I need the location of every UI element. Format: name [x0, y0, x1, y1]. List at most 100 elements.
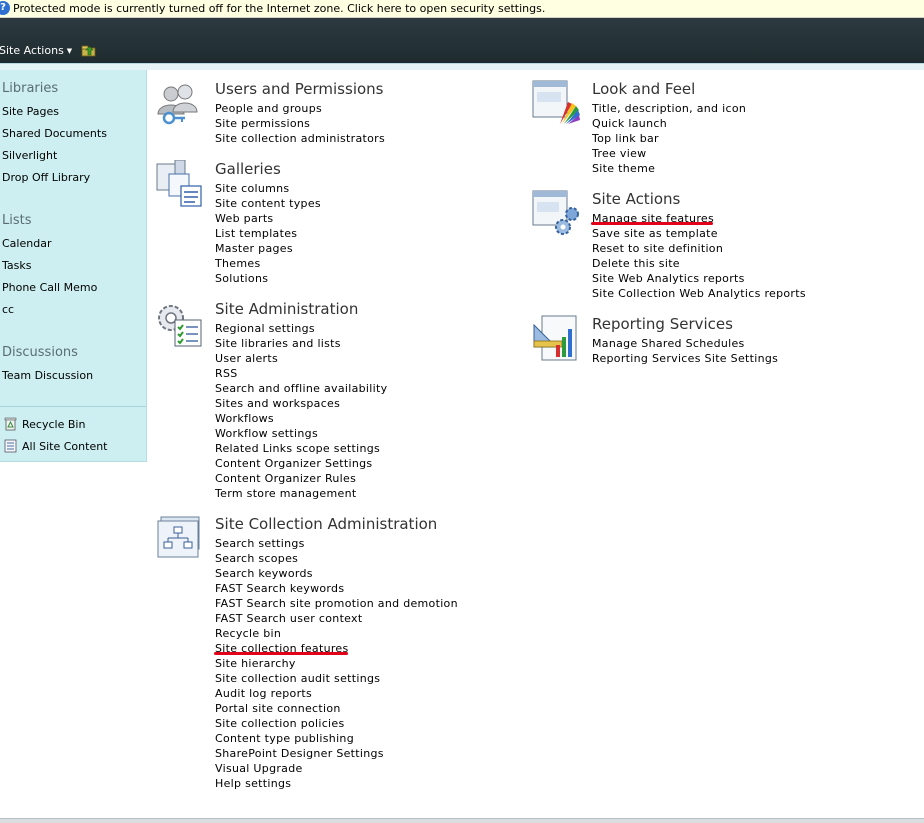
- link-related-links-scope-settings[interactable]: Related Links scope settings: [215, 441, 387, 456]
- ql-item-silverlight[interactable]: Silverlight: [2, 149, 57, 162]
- top-divider: [0, 63, 924, 70]
- link-site-permissions[interactable]: Site permissions: [215, 116, 385, 131]
- ql-libraries-heading[interactable]: Libraries: [2, 81, 58, 96]
- chevron-down-icon: ▼: [66, 47, 73, 55]
- site-actions-icon: [532, 190, 579, 235]
- link-rss[interactable]: RSS: [215, 366, 387, 381]
- recycle-bin-icon: [4, 417, 17, 431]
- link-term-store-management[interactable]: Term store management: [215, 486, 387, 501]
- link-search-scopes[interactable]: Search scopes: [215, 551, 458, 566]
- link-site-content-types[interactable]: Site content types: [215, 196, 321, 211]
- link-top-link-bar[interactable]: Top link bar: [592, 131, 746, 146]
- link-site-collection-web-analytics-reports[interactable]: Site Collection Web Analytics reports: [592, 286, 806, 301]
- link-content-type-publishing[interactable]: Content type publishing: [215, 731, 458, 746]
- reporting-services-title: Reporting Services: [592, 315, 733, 333]
- link-sharepoint-designer-settings[interactable]: SharePoint Designer Settings: [215, 746, 458, 761]
- link-portal-site-connection[interactable]: Portal site connection: [215, 701, 458, 716]
- link-site-theme[interactable]: Site theme: [592, 161, 746, 176]
- link-site-collection-policies[interactable]: Site collection policies: [215, 716, 458, 731]
- ql-item-drop-off-library[interactable]: Drop Off Library: [2, 171, 90, 184]
- link-fast-search-promotion-demotion[interactable]: FAST Search site promotion and demotion: [215, 596, 458, 611]
- protected-mode-infobar[interactable]: ? Protected mode is currently turned off…: [0, 0, 924, 18]
- site-administration-icon: [158, 305, 202, 347]
- ql-recycle-bin[interactable]: Recycle Bin: [4, 417, 85, 431]
- link-site-libraries-and-lists[interactable]: Site libraries and lists: [215, 336, 387, 351]
- recycle-bin-label: Recycle Bin: [22, 418, 86, 431]
- ribbon-top-bar: Site Actions ▼: [0, 18, 924, 63]
- ql-item-site-pages[interactable]: Site Pages: [2, 105, 59, 118]
- link-search-offline-availability[interactable]: Search and offline availability: [215, 381, 387, 396]
- link-web-parts[interactable]: Web parts: [215, 211, 321, 226]
- link-quick-launch[interactable]: Quick launch: [592, 116, 746, 131]
- link-tree-view[interactable]: Tree view: [592, 146, 746, 161]
- link-recycle-bin[interactable]: Recycle bin: [215, 626, 458, 641]
- link-fast-search-keywords[interactable]: FAST Search keywords: [215, 581, 458, 596]
- ql-all-site-content[interactable]: All Site Content: [4, 439, 108, 453]
- link-site-collection-administrators[interactable]: Site collection administrators: [215, 131, 385, 146]
- link-site-web-analytics-reports[interactable]: Site Web Analytics reports: [592, 271, 806, 286]
- link-site-columns[interactable]: Site columns: [215, 181, 321, 196]
- site-collection-administration-title: Site Collection Administration: [215, 515, 438, 533]
- link-visual-upgrade[interactable]: Visual Upgrade: [215, 761, 458, 776]
- link-audit-log-reports[interactable]: Audit log reports: [215, 686, 458, 701]
- link-themes[interactable]: Themes: [215, 256, 321, 271]
- look-and-feel-icon: [532, 80, 580, 124]
- link-fast-search-user-context[interactable]: FAST Search user context: [215, 611, 458, 626]
- reporting-services-links: Manage Shared Schedules Reporting Servic…: [592, 336, 778, 366]
- link-solutions[interactable]: Solutions: [215, 271, 321, 286]
- galleries-links: Site columns Site content types Web part…: [215, 181, 321, 286]
- ql-item-cc[interactable]: cc: [2, 303, 14, 316]
- users-permissions-links: People and groups Site permissions Site …: [215, 101, 385, 146]
- navigate-up-icon[interactable]: [81, 44, 96, 57]
- site-administration-title: Site Administration: [215, 300, 359, 318]
- link-manage-shared-schedules[interactable]: Manage Shared Schedules: [592, 336, 778, 351]
- reporting-services-icon: [533, 315, 577, 361]
- bottom-status-edge: [0, 818, 924, 823]
- link-list-templates[interactable]: List templates: [215, 226, 321, 241]
- shield-info-icon: ?: [0, 1, 10, 15]
- all-site-content-label: All Site Content: [22, 440, 108, 453]
- quick-launch: Libraries Site Pages Shared Documents Si…: [0, 70, 147, 462]
- look-and-feel-title: Look and Feel: [592, 80, 696, 98]
- link-help-settings[interactable]: Help settings: [215, 776, 458, 791]
- galleries-icon: [156, 160, 202, 207]
- link-content-organizer-settings[interactable]: Content Organizer Settings: [215, 456, 387, 471]
- ql-discussions-heading[interactable]: Discussions: [2, 345, 78, 360]
- site-administration-links: Regional settings Site libraries and lis…: [215, 321, 387, 501]
- ql-item-team-discussion[interactable]: Team Discussion: [2, 369, 93, 382]
- galleries-title: Galleries: [215, 160, 281, 178]
- highlight-manage-site-features: [591, 222, 713, 225]
- site-collection-administration-icon: [157, 516, 200, 558]
- all-site-content-icon: [4, 439, 17, 453]
- site-actions-menu[interactable]: Site Actions ▼: [0, 44, 72, 57]
- ql-separator: [0, 406, 146, 407]
- link-search-keywords[interactable]: Search keywords: [215, 566, 458, 581]
- link-reset-to-site-definition[interactable]: Reset to site definition: [592, 241, 806, 256]
- link-site-hierarchy[interactable]: Site hierarchy: [215, 656, 458, 671]
- link-title-description-icon[interactable]: Title, description, and icon: [592, 101, 746, 116]
- site-actions-label: Site Actions: [0, 44, 64, 57]
- look-and-feel-links: Title, description, and icon Quick launc…: [592, 101, 746, 176]
- ql-item-shared-documents[interactable]: Shared Documents: [2, 127, 107, 140]
- ql-item-calendar[interactable]: Calendar: [2, 237, 51, 250]
- link-user-alerts[interactable]: User alerts: [215, 351, 387, 366]
- ql-item-phone-call-memo[interactable]: Phone Call Memo: [2, 281, 97, 294]
- highlight-site-collection-features: [214, 652, 348, 655]
- link-people-and-groups[interactable]: People and groups: [215, 101, 385, 116]
- ql-lists-heading[interactable]: Lists: [2, 213, 32, 228]
- infobar-text: Protected mode is currently turned off f…: [13, 2, 546, 15]
- link-sites-and-workspaces[interactable]: Sites and workspaces: [215, 396, 387, 411]
- link-workflows[interactable]: Workflows: [215, 411, 387, 426]
- link-save-site-as-template[interactable]: Save site as template: [592, 226, 806, 241]
- link-reporting-services-site-settings[interactable]: Reporting Services Site Settings: [592, 351, 778, 366]
- site-collection-administration-links: Search settings Search scopes Search key…: [215, 536, 458, 791]
- link-workflow-settings[interactable]: Workflow settings: [215, 426, 387, 441]
- link-regional-settings[interactable]: Regional settings: [215, 321, 387, 336]
- link-delete-this-site[interactable]: Delete this site: [592, 256, 806, 271]
- users-permissions-icon: [157, 84, 198, 125]
- link-search-settings[interactable]: Search settings: [215, 536, 458, 551]
- ql-item-tasks[interactable]: Tasks: [2, 259, 31, 272]
- link-master-pages[interactable]: Master pages: [215, 241, 321, 256]
- link-content-organizer-rules[interactable]: Content Organizer Rules: [215, 471, 387, 486]
- link-site-collection-audit-settings[interactable]: Site collection audit settings: [215, 671, 458, 686]
